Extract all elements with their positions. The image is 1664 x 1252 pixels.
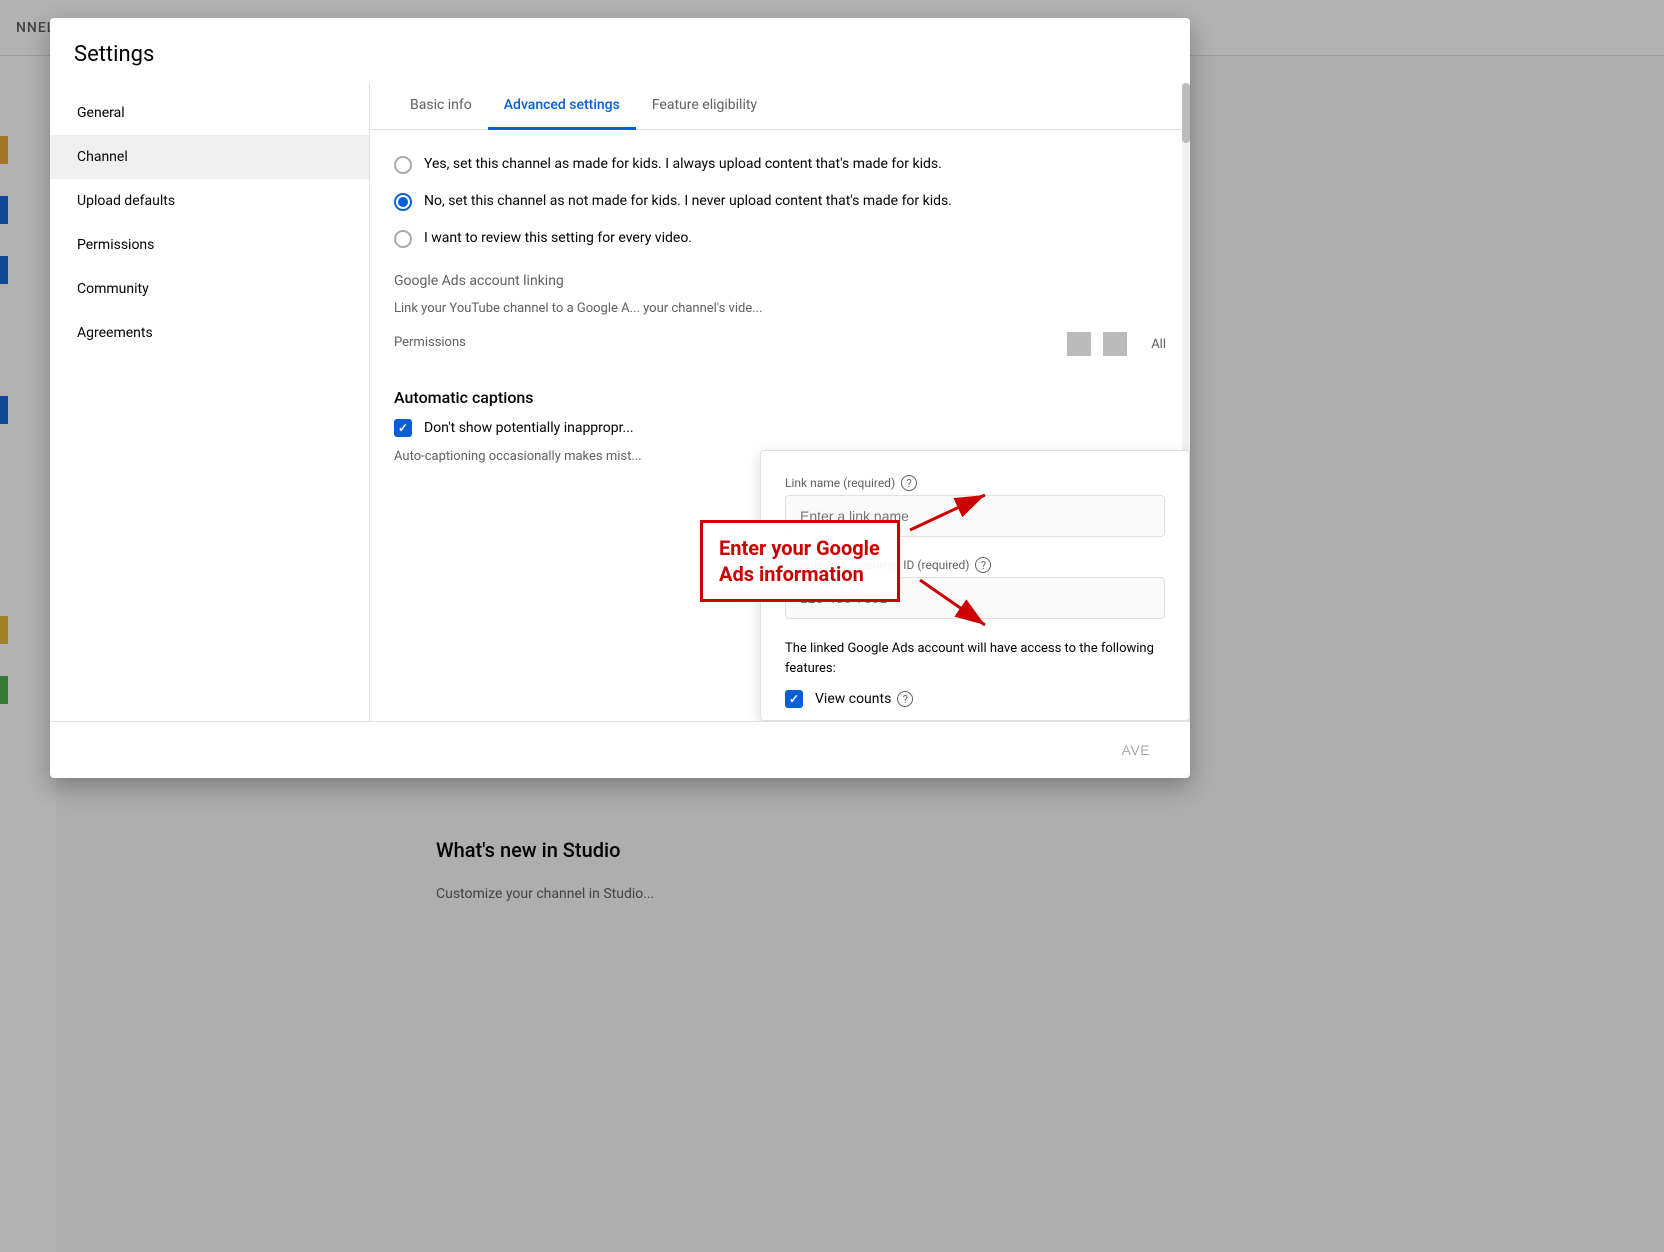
radio-option-yes: Yes, set this channel as made for kids. …: [394, 154, 1166, 175]
tab-basic-info[interactable]: Basic info: [394, 83, 488, 130]
annotation-text: Enter your Google Ads information: [719, 536, 880, 586]
tab-advanced-settings[interactable]: Advanced settings: [488, 83, 636, 130]
sidebar-item-agreements[interactable]: Agreements: [50, 311, 369, 355]
sidebar-item-channel[interactable]: Channel: [50, 135, 369, 179]
view-counts-row: View counts ?: [785, 690, 1165, 708]
scroll-right[interactable]: [1103, 332, 1127, 356]
permissions-label: Permissions: [394, 335, 466, 350]
radio-label-review: I want to review this setting for every …: [424, 228, 692, 249]
radio-button-yes[interactable]: [394, 156, 412, 174]
sidebar-item-permissions[interactable]: Permissions: [50, 223, 369, 267]
radio-option-review: I want to review this setting for every …: [394, 228, 1166, 249]
sidebar-item-upload-defaults[interactable]: Upload defaults: [50, 179, 369, 223]
sidebar-item-general[interactable]: General: [50, 91, 369, 135]
modal-body: General Channel Upload defaults Permissi…: [50, 83, 1190, 721]
annotation-box: Enter your Google Ads information: [700, 520, 900, 602]
view-counts-help-icon[interactable]: ?: [897, 691, 913, 707]
settings-sidebar: General Channel Upload defaults Permissi…: [50, 83, 370, 721]
link-name-help-icon[interactable]: ?: [901, 475, 917, 491]
all-label: All: [1151, 337, 1166, 352]
captions-checkbox-row: Don't show potentially inappropr...: [394, 419, 1166, 437]
radio-label-no: No, set this channel as not made for kid…: [424, 191, 952, 212]
modal-header: Settings: [50, 18, 1190, 83]
content-area[interactable]: Yes, set this channel as made for kids. …: [370, 130, 1190, 721]
remarketing-checkbox[interactable]: [785, 720, 803, 721]
permissions-row: Permissions All: [394, 332, 1166, 356]
captions-checkbox[interactable]: [394, 419, 412, 437]
modal-title: Settings: [74, 42, 1166, 67]
features-description: The linked Google Ads account will have …: [785, 639, 1165, 678]
google-ads-section-title: Google Ads account linking: [394, 273, 1166, 289]
customer-id-help-icon[interactable]: ?: [975, 557, 991, 573]
view-counts-label: View counts ?: [815, 691, 913, 707]
radio-label-yes: Yes, set this channel as made for kids. …: [424, 154, 942, 175]
captions-title: Automatic captions: [394, 388, 1166, 407]
remarketing-row: Remarketing ?: [785, 720, 1165, 721]
scroll-controls: [1067, 332, 1135, 356]
link-name-label: Link name (required) ?: [785, 475, 1165, 491]
radio-option-no: No, set this channel as not made for kid…: [394, 191, 1166, 212]
tab-feature-eligibility[interactable]: Feature eligibility: [636, 83, 773, 130]
main-content: Basic info Advanced settings Feature eli…: [370, 83, 1190, 721]
sidebar-item-community[interactable]: Community: [50, 267, 369, 311]
tabs-bar: Basic info Advanced settings Feature eli…: [370, 83, 1190, 130]
scroll-left[interactable]: [1067, 332, 1091, 356]
modal-footer: AVE: [50, 721, 1190, 778]
radio-button-review[interactable]: [394, 230, 412, 248]
view-counts-checkbox[interactable]: [785, 690, 803, 708]
settings-modal: Settings General Channel Upload defaults…: [50, 18, 1190, 778]
save-button[interactable]: AVE: [1106, 734, 1166, 766]
radio-button-no[interactable]: [394, 193, 412, 211]
google-ads-description: Link your YouTube channel to a Google A.…: [394, 301, 794, 316]
captions-checkbox-label: Don't show potentially inappropr...: [424, 420, 634, 436]
